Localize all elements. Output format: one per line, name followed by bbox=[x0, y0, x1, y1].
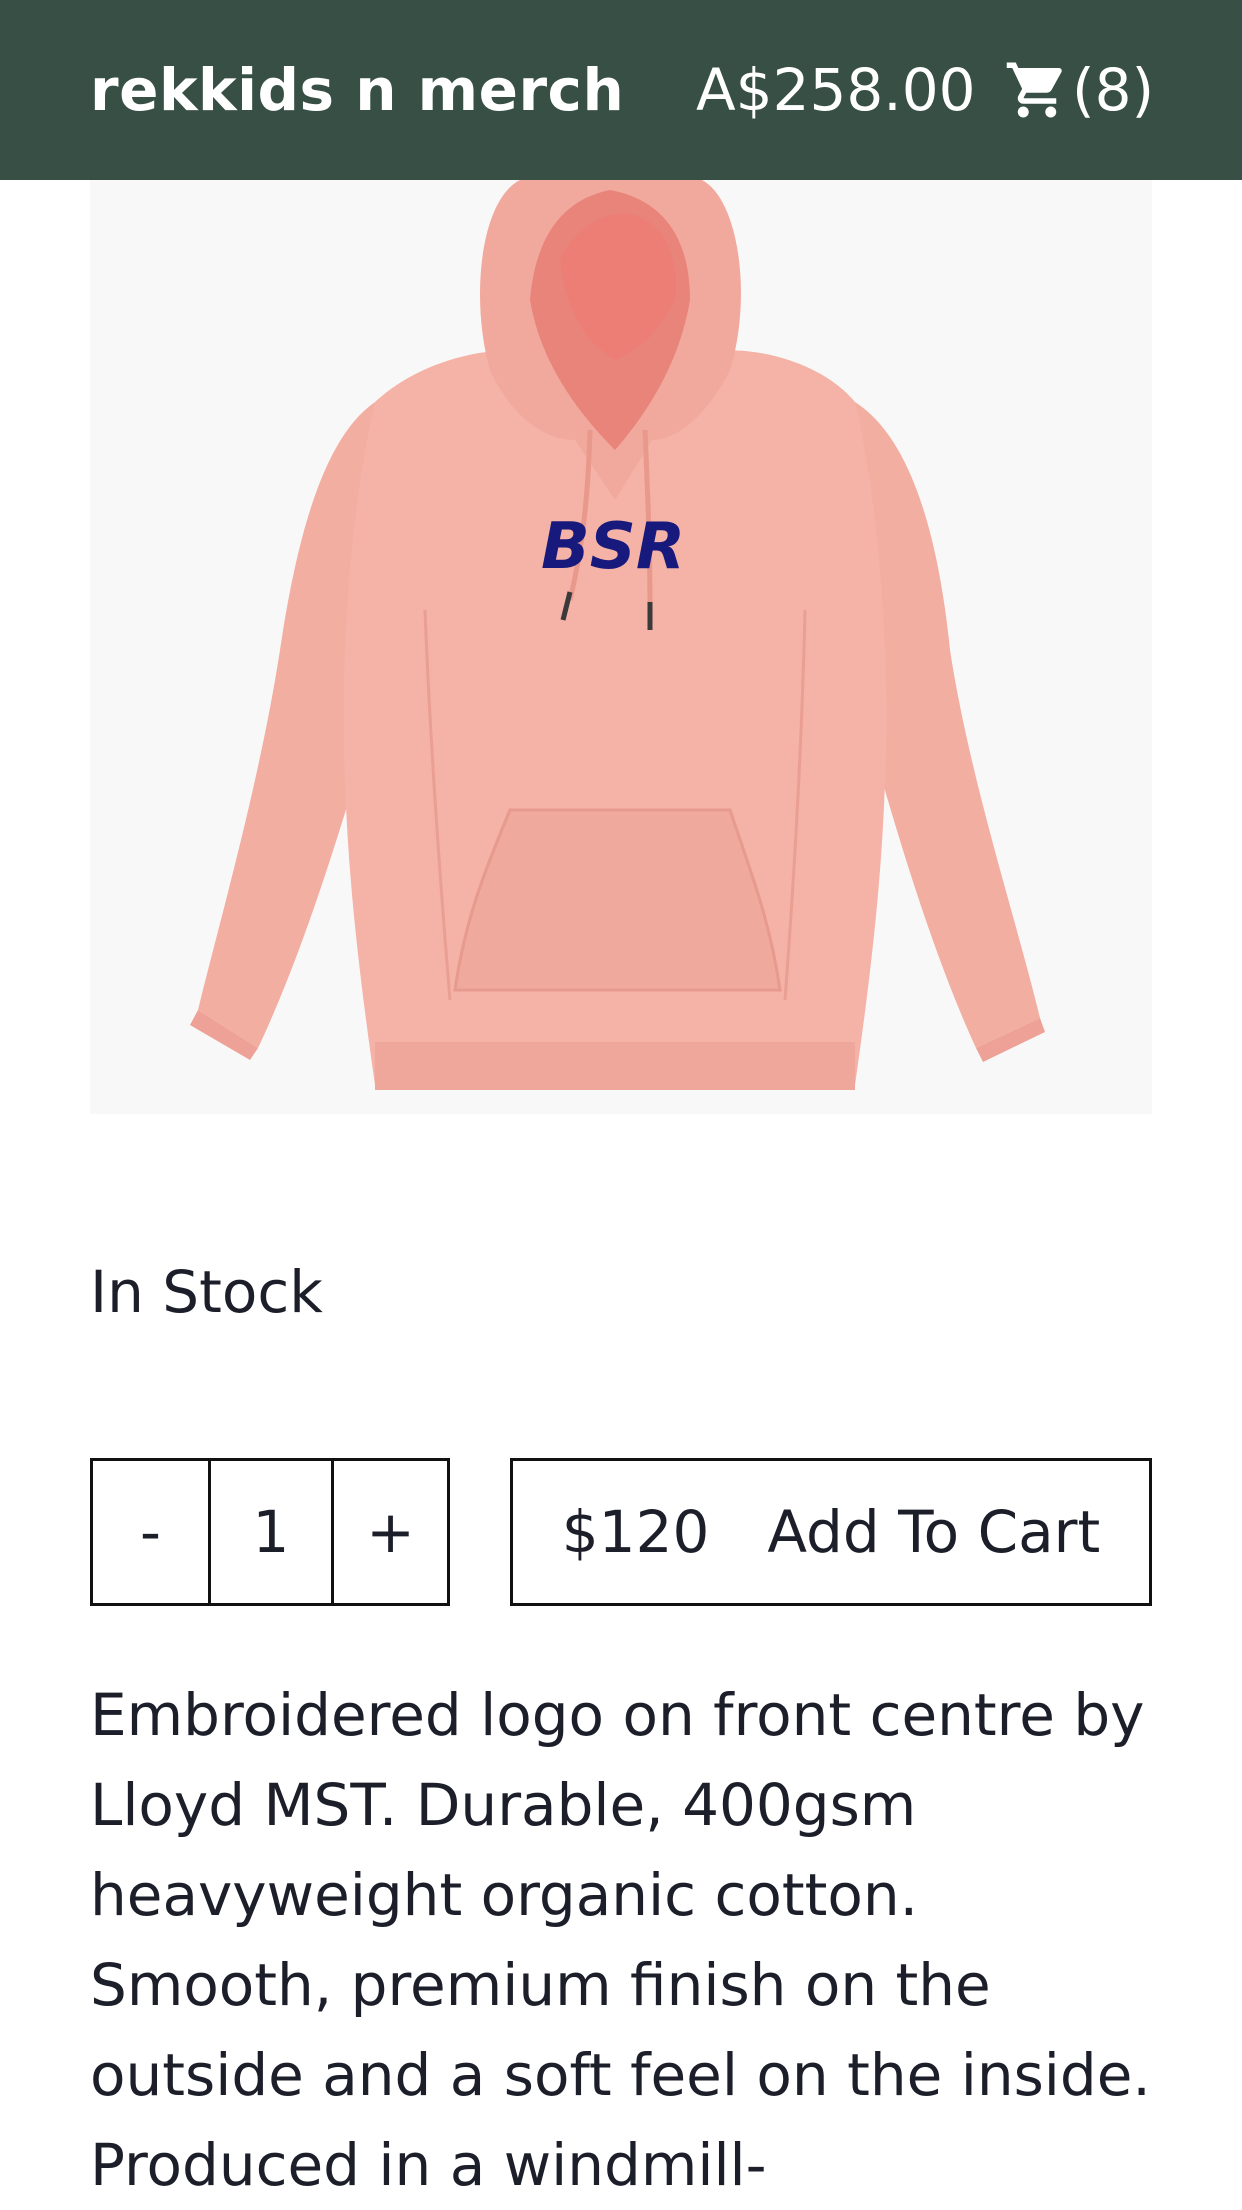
add-to-cart-button[interactable]: $120 Add To Cart bbox=[510, 1458, 1152, 1606]
decrease-quantity-button[interactable]: - bbox=[93, 1461, 211, 1603]
cart-count: (8) bbox=[1072, 56, 1155, 124]
cart-button[interactable]: (8) bbox=[1004, 54, 1154, 126]
stock-status: In Stock bbox=[90, 1258, 323, 1326]
product-image: BSR bbox=[90, 180, 1152, 1114]
product-logo: BSR bbox=[541, 510, 685, 584]
increase-quantity-button[interactable]: + bbox=[334, 1461, 447, 1603]
quantity-stepper: - 1 + bbox=[90, 1458, 450, 1606]
store-brand[interactable]: rekkids n merch bbox=[90, 54, 624, 126]
product-description: Embroidered logo on front centre by Lloy… bbox=[90, 1681, 1151, 2199]
quantity-value: 1 bbox=[211, 1461, 334, 1603]
shopping-cart-icon bbox=[1004, 57, 1070, 123]
add-to-cart-label: Add To Cart bbox=[767, 1498, 1101, 1566]
product-price: $120 bbox=[561, 1498, 710, 1566]
cart-total: A$258.00 bbox=[696, 56, 976, 124]
top-bar: rekkids n merch A$258.00 (8) bbox=[0, 0, 1242, 180]
